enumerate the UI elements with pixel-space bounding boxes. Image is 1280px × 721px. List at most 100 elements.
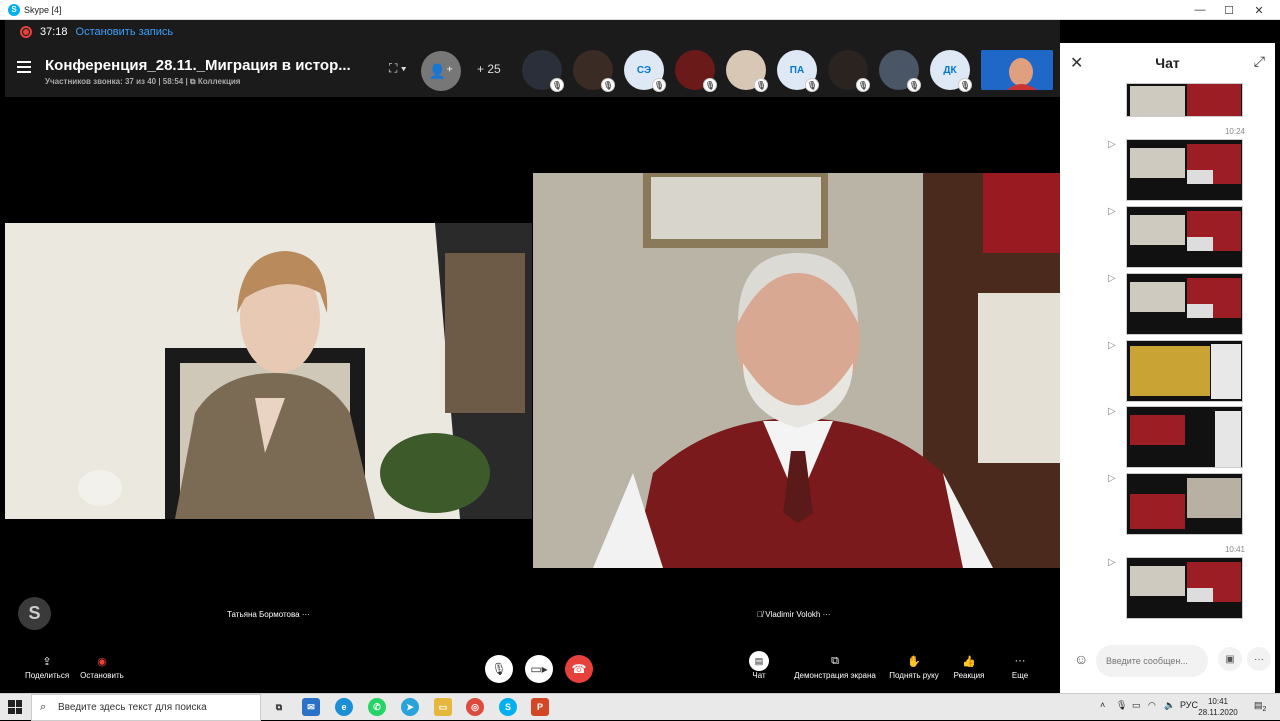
screen-share-button[interactable]: ⧉ Демонстрация экрана [793,651,877,681]
windows-start-icon[interactable] [8,700,22,714]
share-button[interactable]: ⇪ Поделиться [25,651,70,681]
participant-avatar[interactable]: 🎙 [726,50,768,92]
sent-icon: ▷ [1108,139,1116,150]
participant-video-tile[interactable] [981,50,1053,90]
reaction-label: Реакция [953,671,985,680]
taskbar-clock[interactable]: 10:41 28.11.2020 [1197,696,1239,718]
chat-image-thumbnail[interactable] [1126,206,1243,268]
tray-wifi-icon[interactable]: ◠ [1148,700,1156,711]
chat-image-thumbnail[interactable] [1126,139,1243,201]
recording-bar: 37:18 Остановить запись [5,20,1060,43]
telegram-icon[interactable]: ➤ [401,698,419,716]
tray-volume-icon[interactable]: 🔈 [1164,700,1175,711]
stop-button[interactable]: ◉ Остановить [77,651,127,681]
conference-subtitle: Участников звонка: 37 из 40 | 58:54 | ⧉ … [45,77,241,86]
muted-mic-icon: 🎙 [703,78,717,92]
more-button[interactable]: ··· Еще [1005,651,1035,680]
call-header: Конференция_28.11._Миграция в истор... У… [5,43,1060,97]
participant-name-right[interactable]: 🎙̸ Vladimir Volokh ··· [757,610,831,619]
muted-mic-icon: 🎙 [550,78,564,92]
recording-icon [20,25,32,38]
stop-recording-link[interactable]: Остановить запись [76,26,174,38]
participant-initials: ДК [943,64,957,76]
skype-taskbar-icon[interactable]: S [499,698,517,716]
chat-label: Чат [752,671,766,680]
powerpoint-icon[interactable]: P [531,698,549,716]
participant-avatar[interactable]: ДК 🎙 [930,50,972,92]
more-label: Еще [1011,671,1029,680]
muted-mic-icon: 🎙 [958,78,972,92]
sent-icon: ▷ [1108,340,1116,351]
participant-avatar[interactable]: 🎙 [828,50,870,92]
participant-name-left[interactable]: Татьяна Бормотова ··· [227,610,310,619]
stop-label: Остановить [80,671,124,680]
attach-media-button[interactable]: ▣ [1218,647,1242,671]
participant-initials: СЭ [636,64,652,76]
whatsapp-icon[interactable]: ✆ [368,698,386,716]
notification-center-icon[interactable]: ▤2 [1254,700,1266,713]
layout-switch-icon[interactable]: ⛶ ▾ [389,61,407,76]
menu-icon[interactable] [17,61,31,73]
muted-mic-icon: 🎙 [754,78,768,92]
reaction-button[interactable]: 👍 Реакция [951,651,987,681]
tray-chevron-icon[interactable]: ˄ [1100,700,1105,710]
participant-avatar[interactable]: 🎙 [522,50,564,92]
expand-icon[interactable]: ⤢ [1254,53,1265,70]
message-time: 10:41 [1224,545,1245,554]
skype-logo-icon: S [8,3,20,16]
hang-up-button[interactable]: ☎ [565,655,593,683]
participant-avatar[interactable]: 🎙 [573,50,615,92]
tray-mic-icon[interactable]: 🎙 [1116,700,1127,711]
call-toolbar: ⇪ Поделиться ◉ Остановить 🎙 ▭▸ ☎ ▤ Чат ⧉… [5,645,1060,693]
chat-image-thumbnail[interactable] [1126,557,1243,619]
taskbar-search[interactable]: ⌕ Введите здесь текст для поиска [31,694,261,721]
participant-avatar[interactable]: 🎙 [879,50,921,92]
chat-image-thumbnail[interactable] [1126,83,1243,117]
tray-language[interactable]: РУС [1180,700,1198,710]
share-icon: ⇪ [42,655,52,668]
share-label: Поделиться [25,671,70,680]
chrome-icon[interactable]: ◎ [466,698,484,716]
minimize-button[interactable]: — [1185,0,1215,20]
muted-mic-icon: 🎙 [856,78,870,92]
edge-icon[interactable]: e [335,698,353,716]
chat-more-button[interactable]: ··· [1247,647,1271,671]
participant-avatar[interactable]: 🎙 [675,50,717,92]
windows-taskbar: ⌕ Введите здесь текст для поиска ⧉ ✉ e ✆… [0,693,1280,721]
search-icon: ⌕ [40,701,47,713]
add-participant-button[interactable]: 👤⁺ [421,51,461,91]
screen-share-icon: ⧉ [831,654,839,667]
task-view-icon[interactable]: ⧉ [270,698,288,716]
chat-message-input[interactable] [1096,645,1208,677]
sent-icon: ▷ [1108,206,1116,217]
camera-button[interactable]: ▭▸ [525,655,553,683]
raise-hand-button[interactable]: ✋ Поднять руку [887,651,941,681]
sent-icon: ▷ [1108,557,1116,568]
maximize-button[interactable]: ☐ [1214,0,1244,20]
microphone-icon: 🎙 [491,662,507,676]
skype-app: 37:18 Остановить запись Конференция_28.1… [5,20,1275,693]
chat-title: Чат [1155,55,1180,71]
participant-avatar[interactable]: СЭ 🎙 [624,50,666,92]
mic-button[interactable]: 🎙 [485,655,513,683]
video-tatiana [5,223,532,519]
chat-image-thumbnail[interactable] [1126,340,1243,402]
clock-date: 28.11.2020 [1198,708,1238,717]
chat-image-thumbnail[interactable] [1126,273,1243,335]
participant-list: 🎙 🎙 СЭ 🎙 🎙 🎙 ПА 🎙 🎙 🎙 ДК 🎙 [522,50,1053,92]
mail-icon[interactable]: ✉ [302,698,320,716]
close-window-button[interactable]: ✕ [1244,0,1274,20]
extra-participants-count[interactable]: + 25 [477,62,501,76]
chat-image-thumbnail[interactable] [1126,406,1243,468]
call-area: 37:18 Остановить запись Конференция_28.1… [5,20,1060,693]
screen-share-label: Демонстрация экрана [794,671,876,680]
participant-initials: ПА [789,64,805,76]
tray-battery-icon[interactable]: ▭ [1132,700,1141,711]
chat-button[interactable]: ▤ Чат [747,651,771,680]
add-person-icon: 👤⁺ [428,62,454,79]
file-explorer-icon[interactable]: ▭ [434,698,452,716]
chat-image-thumbnail[interactable] [1126,473,1243,535]
emoji-icon[interactable]: ☺ [1074,651,1088,667]
participant-avatar[interactable]: ПА 🎙 [777,50,819,92]
sent-icon: ▷ [1108,273,1116,284]
